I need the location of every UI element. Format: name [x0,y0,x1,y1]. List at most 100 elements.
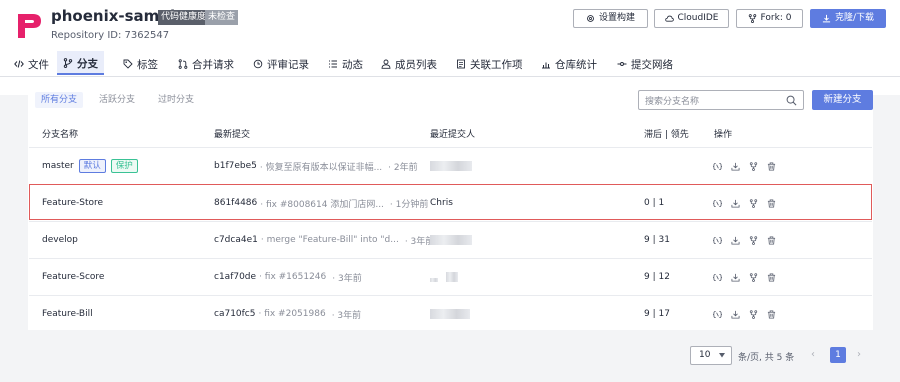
tag-icon [123,59,133,69]
download-icon [822,14,831,23]
merge-icon [178,59,188,69]
tab-activity[interactable]: 动态 [322,53,369,75]
behind-ahead-value: 9 | 12 [644,272,670,282]
search-icon[interactable] [786,95,797,106]
clone-download-label: 克隆/下载 [834,13,875,23]
download-icon[interactable] [731,236,740,245]
highlighted-row-outline [29,184,872,220]
tab-stats-label: 仓库统计 [555,58,597,71]
tab-workitems-label: 关联工作项 [470,58,523,71]
subtab-all-branches[interactable]: 所有分支 [35,92,84,108]
table-row[interactable]: develop c7dca4e1 · merge "Feature-Bill" … [29,222,872,258]
header-branch-name: 分支名称 [42,130,79,140]
table-row[interactable]: master 默认 保护 b1f7ebe5 · 恢复至原有版本以保证非幅... … [29,148,872,184]
commit-message: · fix #2051986 [258,309,326,319]
row-actions [713,148,776,184]
download-icon[interactable] [731,162,740,171]
latest-commit-cell: c1af70de · fix #1651246 · 3年前 [214,259,362,295]
tab-members-label: 成员列表 [395,58,437,71]
commit-hash-link[interactable]: b1f7ebe5 [214,161,257,171]
branch-name-link[interactable]: master [42,161,74,171]
delete-icon[interactable] [767,161,776,171]
branch-name-cell: master 默认 保护 [42,148,138,184]
tab-reviews-label: 评审记录 [267,58,309,71]
commit-time: · 2年前 [388,162,418,173]
behind-ahead-value: 9 | 17 [644,309,670,319]
merge-request-icon[interactable] [749,309,758,319]
tab-merge-requests[interactable]: 合并请求 [172,53,240,75]
tab-reviews[interactable]: 评审记录 [247,53,315,75]
committer-avatar-blurred [430,161,472,171]
tab-commit-network-label: 提交网络 [631,58,673,71]
subtab-stale-branches[interactable]: 过时分支 [158,92,194,108]
subtab-active-branches[interactable]: 活跃分支 [99,92,135,108]
row-actions [713,296,776,332]
tab-tags[interactable]: 标签 [117,53,164,75]
chevron-down-icon [719,353,725,358]
fork-button[interactable]: Fork: 0 [736,9,803,28]
committer-avatar-blurred [430,309,470,319]
merge-request-icon[interactable] [749,235,758,245]
download-icon[interactable] [731,310,740,319]
delete-icon[interactable] [767,309,776,319]
page-size-value: 10 [699,350,711,360]
commit-hash-link[interactable]: c1af70de [214,272,256,282]
settings-build-label: 设置构建 [598,13,635,23]
tab-tags-label: 标签 [137,58,158,71]
committer-cell [430,148,472,184]
behind-ahead-value: 9 | 31 [644,235,670,245]
row-actions [713,259,776,295]
branch-name-link[interactable]: develop [42,222,78,258]
merge-request-icon[interactable] [749,161,758,171]
stats-icon [542,62,550,69]
tab-files[interactable]: 文件 [8,53,55,75]
cloud-icon [664,15,674,22]
current-page-button[interactable]: 1 [830,347,846,363]
latest-commit-cell: b1f7ebe5 · 恢复至原有版本以保证非幅... · 2年前 [214,148,418,184]
repo-logo-icon [14,10,44,42]
tab-members[interactable]: 成员列表 [375,53,443,75]
committer-cell [430,259,458,295]
tab-workitems[interactable]: 关联工作项 [450,53,529,75]
commit-hash-link[interactable]: ca710fc5 [214,309,255,319]
cloudide-label: CloudIDE [677,13,719,23]
table-row[interactable]: Feature-Score c1af70de · fix #1651246 · … [29,259,872,295]
commit-time: · 3年前 [331,310,362,321]
branch-search-input[interactable]: 搜索分支名称 [638,90,804,110]
tab-branches-label: 分支 [77,57,98,70]
tab-branches[interactable]: 分支 [57,51,104,75]
commit-message: · merge "Feature-Bill" into "d... [260,235,399,245]
download-icon[interactable] [731,273,740,282]
tab-activity-label: 动态 [342,58,363,71]
header-actions: 操作 [714,130,733,140]
committer-cell [430,222,472,258]
merge-request-icon[interactable] [749,272,758,282]
compare-icon[interactable] [713,162,722,171]
workitem-icon [457,59,465,69]
compare-icon[interactable] [713,236,722,245]
branch-name-link[interactable]: Feature-Score [42,259,104,295]
new-branch-button[interactable]: 新建分支 [812,90,873,110]
prev-page-button[interactable]: ‹ [811,349,815,360]
table-row[interactable]: Feature-Bill ca710fc5 · fix #2051986 · 3… [29,296,872,332]
page-size-select[interactable]: 10 [690,346,732,365]
cloudide-button[interactable]: CloudIDE [654,9,729,28]
header-latest-commit: 最新提交 [214,130,251,140]
settings-build-button[interactable]: 设置构建 [573,9,648,28]
delete-icon[interactable] [767,235,776,245]
clone-download-button[interactable]: 克隆/下载 [810,9,886,28]
next-page-button[interactable]: › [857,349,861,360]
commit-hash-link[interactable]: c7dca4e1 [214,235,258,245]
network-icon [617,62,627,66]
row-actions [713,222,776,258]
latest-commit-cell: ca710fc5 · fix #2051986 · 3年前 [214,296,361,332]
branch-search-placeholder: 搜索分支名称 [645,97,700,107]
tab-stats[interactable]: 仓库统计 [535,53,603,75]
compare-icon[interactable] [713,310,722,319]
branch-name-link[interactable]: Feature-Bill [42,296,93,332]
compare-icon[interactable] [713,273,722,282]
tab-commit-network[interactable]: 提交网络 [611,53,679,75]
commit-message: · fix #1651246 [259,272,327,282]
protected-badge: 保护 [110,159,138,173]
delete-icon[interactable] [767,272,776,282]
